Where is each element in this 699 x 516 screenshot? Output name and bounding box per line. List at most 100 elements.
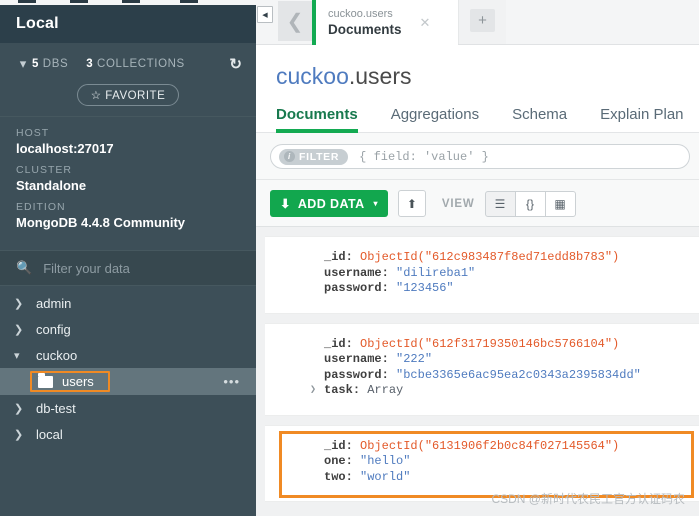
- info-host: HOST localhost:27017: [16, 127, 256, 156]
- connection-title: Local: [0, 5, 256, 43]
- collapse-sidebar-icon[interactable]: ◀: [257, 6, 273, 23]
- field-value: "bcbe3365e6ac95ea2c0343a2395834dd": [396, 367, 641, 382]
- database-tree: ❯ admin ❯ config ▾ cuckoo users ••• ❯ db…: [0, 286, 256, 447]
- info-edition-value: MongoDB 4.4.8 Community: [16, 215, 186, 230]
- selected-collection-highlight: users: [30, 371, 110, 392]
- info-icon: i: [284, 151, 295, 162]
- collection-count-label: COLLECTIONS: [97, 58, 185, 70]
- sidebar-item-db-test[interactable]: ❯ db-test: [0, 395, 256, 421]
- info-cluster-label: CLUSTER: [16, 164, 73, 176]
- title-collection-name: users: [355, 63, 412, 89]
- document-card[interactable]: _id: ObjectId("612f31719350146bc5766104"…: [265, 322, 699, 416]
- info-host-label: HOST: [16, 127, 50, 139]
- refresh-icon[interactable]: ↻: [229, 55, 242, 73]
- document-field: one: "hello": [324, 454, 411, 468]
- sidebar-filter-input[interactable]: Filter your data: [43, 261, 130, 276]
- document-field: _id: ObjectId("612f31719350146bc5766104"…: [324, 336, 620, 351]
- collection-name-users: users: [62, 374, 94, 389]
- folder-icon: [38, 372, 53, 388]
- watermark: CSDN @新时代农民工官方认证码农: [491, 492, 685, 506]
- add-data-button[interactable]: ⬇ ADD DATA ▾: [270, 190, 388, 217]
- collection-nav-tabs: Documents Aggregations Schema Explain Pl…: [256, 90, 699, 133]
- filter-row: i FILTER { field: 'value' }: [256, 144, 699, 169]
- chevron-right-icon[interactable]: ❯: [310, 383, 316, 399]
- info-edition: EDITION MongoDB 4.4.8 Community: [16, 201, 256, 230]
- export-icon: ⬆: [406, 196, 417, 211]
- chevron-right-icon: ❯: [14, 402, 24, 415]
- sidebar-item-admin[interactable]: ❯ admin: [0, 290, 256, 316]
- chevron-right-icon: ❯: [14, 297, 24, 310]
- ellipsis-icon[interactable]: •••: [223, 374, 240, 389]
- favorite-button[interactable]: ☆ FAVORITE: [76, 84, 180, 106]
- document-field: username: "dilireba1": [324, 265, 476, 280]
- field-key: _id: [324, 336, 346, 351]
- db-name-db-test: db-test: [36, 400, 76, 416]
- field-key: _id: [324, 250, 346, 264]
- sidebar-item-cuckoo[interactable]: ▾ cuckoo: [0, 342, 256, 368]
- filter-input[interactable]: { field: 'value' }: [359, 150, 489, 164]
- sidebar-item-users[interactable]: users •••: [0, 368, 256, 395]
- field-key: _id: [324, 438, 346, 453]
- table-view-icon[interactable]: ▦: [544, 190, 576, 217]
- db-count: 5: [32, 58, 39, 70]
- field-value: ObjectId("612f31719350146bc5766104"): [360, 336, 620, 351]
- chevron-right-icon: ❯: [14, 428, 24, 441]
- documents-toolbar: ⬇ ADD DATA ▾ ⬆ VIEW ☰ {} ▦: [256, 180, 699, 227]
- chevron-left-icon[interactable]: ❮: [278, 1, 312, 41]
- chevron-down-icon[interactable]: ▾: [14, 56, 32, 72]
- close-icon[interactable]: ✕: [420, 15, 431, 31]
- field-key: one: [324, 454, 346, 468]
- title-db-name: cuckoo: [276, 63, 349, 89]
- db-count-group[interactable]: 5 DBS: [32, 58, 68, 70]
- new-tab-area[interactable]: +: [458, 0, 506, 44]
- sidebar-item-local[interactable]: ❯ local: [0, 421, 256, 447]
- document-field: username: "222": [324, 352, 433, 366]
- info-edition-label: EDITION: [16, 201, 66, 213]
- field-value: "dilireba1": [396, 265, 476, 280]
- sidebar-item-config[interactable]: ❯ config: [0, 316, 256, 342]
- field-value: "hello": [360, 454, 411, 468]
- tab-cuckoo-users-documents[interactable]: cuckoo.users Documents ✕: [312, 0, 458, 45]
- field-value: "222": [396, 352, 433, 366]
- document-field: two: "world": [324, 469, 411, 484]
- filter-input-pill[interactable]: i FILTER { field: 'value' }: [270, 144, 690, 169]
- filter-area: i FILTER { field: 'value' }: [256, 133, 699, 180]
- list-view-icon[interactable]: ☰: [484, 190, 516, 217]
- info-cluster-value: Standalone: [16, 178, 87, 193]
- collection-count: 3: [86, 58, 94, 70]
- view-label: VIEW: [441, 197, 475, 210]
- field-value: ObjectId("612c983487f8ed71edd8b783"): [360, 250, 620, 264]
- json-view-icon[interactable]: {}: [514, 190, 546, 217]
- tab-documents[interactable]: Documents: [276, 106, 358, 133]
- sidebar: Local ▾ 5 DBS 3 COLLECTIONS ↻ ☆ FAVORITE: [0, 5, 256, 516]
- document-field: _id: ObjectId("6131906f2b0c84f027145564"…: [324, 438, 620, 453]
- mongodb-compass-window: Local ▾ 5 DBS 3 COLLECTIONS ↻ ☆ FAVORITE: [0, 0, 699, 516]
- chevron-down-icon: ▾: [14, 349, 20, 362]
- tab-schema[interactable]: Schema: [512, 106, 567, 132]
- documents-list: _id: ObjectId("612c983487f8ed71edd8b783"…: [256, 227, 699, 516]
- connection-stats-panel: ▾ 5 DBS 3 COLLECTIONS ↻ ☆ FAVORITE: [0, 43, 256, 117]
- db-name-cuckoo: cuckoo: [36, 347, 78, 363]
- field-value: ObjectId("6131906f2b0c84f027145564"): [360, 438, 620, 453]
- plus-icon[interactable]: +: [470, 9, 495, 32]
- tab-bar: ◀ ❮ cuckoo.users Documents ✕ +: [256, 0, 699, 45]
- field-value: Array: [367, 383, 404, 397]
- tab-explain-plan[interactable]: Explain Plan: [600, 106, 683, 132]
- field-key: username: [324, 352, 382, 366]
- document-card[interactable]: _id: ObjectId("612c983487f8ed71edd8b783"…: [265, 236, 699, 314]
- db-name-config: config: [36, 321, 71, 337]
- filter-badge[interactable]: i FILTER: [279, 148, 349, 165]
- tab-name: Documents: [328, 22, 402, 37]
- favorite-row: ☆ FAVORITE: [0, 84, 256, 106]
- collection-count-group[interactable]: 3 COLLECTIONS: [86, 58, 185, 70]
- view-toggle-group: ☰ {} ▦: [484, 190, 576, 217]
- sidebar-filter-bar[interactable]: 🔍 Filter your data: [0, 250, 256, 286]
- search-icon: 🔍: [16, 260, 33, 275]
- export-button[interactable]: ⬆: [397, 190, 426, 217]
- db-name-admin: admin: [36, 295, 72, 311]
- field-value: "world": [360, 469, 411, 484]
- tab-aggregations[interactable]: Aggregations: [391, 106, 479, 132]
- field-value: "123456": [396, 281, 454, 295]
- page-title: cuckoo.users: [276, 63, 699, 90]
- document-field-expandable[interactable]: ❯ task: Array: [265, 383, 699, 399]
